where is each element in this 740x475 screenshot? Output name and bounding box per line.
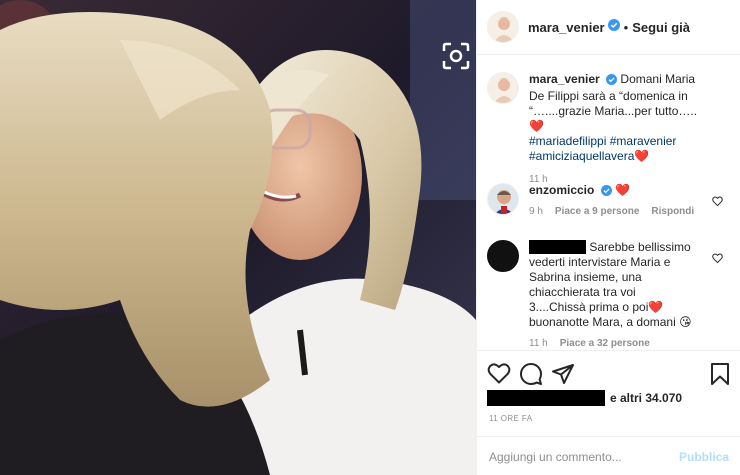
hashtag-heart: ❤️ xyxy=(634,149,650,163)
header-username[interactable]: mara_venier xyxy=(528,20,605,35)
post-sidebar: mara_venier • Segui già mara_venier Doma… xyxy=(476,0,740,475)
publish-button[interactable]: Pubblica xyxy=(679,450,729,464)
bookmark-icon[interactable] xyxy=(710,362,730,391)
post-actions: e altri 34.070 11 ORE FA Aggiungi un com… xyxy=(477,350,740,464)
share-icon[interactable] xyxy=(551,362,575,391)
add-comment-bar: Aggiungi un commento... Pubblica xyxy=(477,436,740,475)
follow-button[interactable]: Segui già xyxy=(632,20,690,35)
comment-time[interactable]: 9 h xyxy=(529,206,543,217)
comment-like-heart-icon[interactable] xyxy=(712,250,723,268)
comment-time[interactable]: 11 h xyxy=(529,338,548,349)
verified-icon xyxy=(607,18,620,36)
likes-count[interactable]: e altri 34.070 xyxy=(610,391,682,405)
verified-icon xyxy=(600,185,612,200)
post-photo[interactable] xyxy=(0,0,476,475)
commenter-avatar[interactable] xyxy=(487,240,519,272)
photo-illustration xyxy=(0,0,476,475)
redacted-username xyxy=(529,240,586,254)
comment-input[interactable]: Aggiungi un commento... xyxy=(489,450,622,464)
comment-like-heart-icon[interactable] xyxy=(712,193,723,211)
comment-likes[interactable]: Piace a 32 persone xyxy=(560,338,650,349)
separator-dot: • xyxy=(623,19,629,35)
comment-item: enzomiccio ❤️ 9 h Piace a 9 persone Risp… xyxy=(487,183,737,217)
post-header: mara_venier • Segui già xyxy=(477,0,740,55)
avatar[interactable] xyxy=(487,11,519,43)
comments-list[interactable]: mara_venier Domani Maria De Filippi sarà… xyxy=(477,56,740,350)
comment-text-2: buonanotte Mara, a domani xyxy=(529,315,680,329)
comment-emoji: 😘 xyxy=(679,315,692,329)
caption-heart: ❤️ xyxy=(529,119,544,133)
comment-item: Sarebbe bellissimo vederti intervistare … xyxy=(487,240,737,349)
reply-button[interactable]: Rispondi xyxy=(651,206,694,217)
verified-icon xyxy=(606,74,618,89)
caption-text-block: mara_venier Domani Maria De Filippi sarà… xyxy=(529,72,709,164)
post-timestamp[interactable]: 11 ORE FA xyxy=(489,414,532,423)
hashtag-link[interactable]: #amiciziaquellavera xyxy=(529,149,634,163)
redacted-liker xyxy=(487,390,605,406)
caption-username[interactable]: mara_venier xyxy=(529,72,600,86)
comment-text: ❤️ xyxy=(615,183,630,197)
comment-text-block: enzomiccio ❤️ xyxy=(529,183,709,200)
scan-icon[interactable] xyxy=(438,38,474,74)
comment-username[interactable]: enzomiccio xyxy=(529,183,594,197)
comment-meta: 9 h Piace a 9 persone Rispondi xyxy=(529,206,737,217)
heart-icon[interactable] xyxy=(487,362,511,389)
comment-heart: ❤️ xyxy=(648,300,664,314)
hashtag-link[interactable]: #maravenier xyxy=(610,134,677,148)
commenter-avatar[interactable] xyxy=(487,183,519,215)
comment-text-block: Sarebbe bellissimo vederti intervistare … xyxy=(529,240,694,330)
likes-summary[interactable]: e altri 34.070 xyxy=(487,390,682,406)
hashtag-link[interactable]: #mariadefilippi xyxy=(529,134,606,148)
comment-likes[interactable]: Piace a 9 persone xyxy=(555,206,640,217)
caption: mara_venier Domani Maria De Filippi sarà… xyxy=(487,72,737,185)
action-icons xyxy=(487,362,739,386)
comment-icon[interactable] xyxy=(519,362,543,391)
caption-avatar[interactable] xyxy=(487,72,519,104)
comment-meta: 11 h Piace a 32 persone xyxy=(529,338,737,349)
